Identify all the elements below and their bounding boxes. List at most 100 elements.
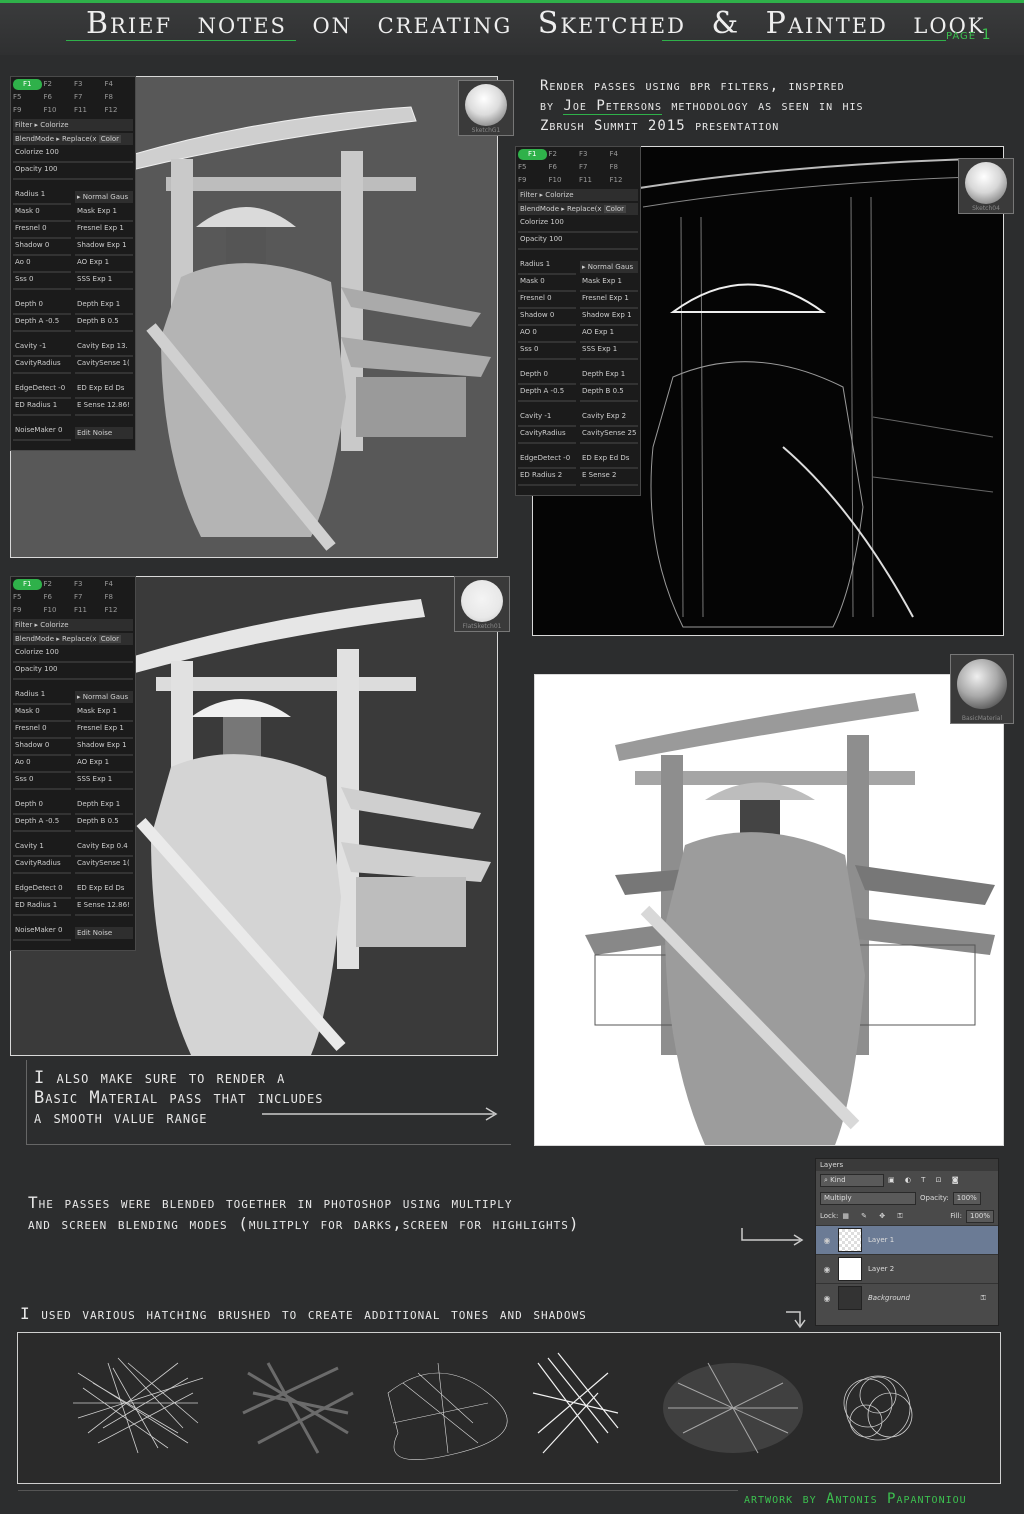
fkey-button[interactable]: F12 bbox=[105, 105, 134, 116]
pass-slider[interactable]: SSS Exp 1 bbox=[75, 774, 133, 790]
cavity-slider[interactable]: Cavity Exp 0.4 bbox=[75, 841, 133, 857]
depth-slider[interactable]: Depth A -0.5 bbox=[518, 386, 576, 402]
colorize-slider[interactable]: Colorize 100 bbox=[518, 217, 638, 233]
pass-slider[interactable]: Mask Exp 1 bbox=[75, 206, 133, 222]
depth-slider[interactable]: Depth 0 bbox=[518, 369, 576, 385]
layer-row-background[interactable]: ◉ Background ⚿ bbox=[816, 1283, 998, 1312]
pass-slider[interactable]: Shadow Exp 1 bbox=[75, 740, 133, 756]
fkey-button[interactable]: F10 bbox=[44, 105, 73, 116]
pass-slider[interactable]: Mask 0 bbox=[13, 706, 71, 722]
fkey-button[interactable]: F7 bbox=[74, 92, 103, 103]
layer-row-layer-1[interactable]: ◉ Layer 1 bbox=[816, 1225, 998, 1254]
normal-gaussian-select[interactable]: ▸ Normal Gaus bbox=[75, 191, 133, 203]
depth-slider[interactable]: Depth B 0.5 bbox=[75, 316, 133, 332]
pass-slider[interactable]: Fresnel Exp 1 bbox=[580, 293, 638, 309]
edge-slider[interactable]: E Sense 2 bbox=[580, 470, 638, 486]
fkey-button[interactable]: F4 bbox=[105, 79, 134, 90]
fkey-button[interactable]: F4 bbox=[105, 579, 134, 590]
cavity-slider[interactable]: Cavity -1 bbox=[518, 411, 576, 427]
cavity-slider[interactable]: CavityRadius bbox=[518, 428, 576, 444]
noisemaker-slider[interactable]: NoiseMaker 0 bbox=[13, 425, 71, 441]
fkey-button[interactable]: F4 bbox=[610, 149, 639, 160]
fkey-button[interactable]: F9 bbox=[13, 605, 42, 616]
kind-filter-select[interactable]: ⌕ Kind bbox=[820, 1173, 884, 1187]
cavity-slider[interactable]: Cavity 1 bbox=[13, 841, 71, 857]
pass-slider[interactable]: AO 0 bbox=[518, 327, 576, 343]
cavity-slider[interactable]: CavityRadius bbox=[13, 358, 71, 374]
radius-slider[interactable]: Radius 1 bbox=[518, 259, 576, 275]
depth-slider[interactable]: Depth A -0.5 bbox=[13, 316, 71, 332]
pass-slider[interactable]: Shadow Exp 1 bbox=[75, 240, 133, 256]
opacity-slider[interactable]: Opacity 100 bbox=[13, 164, 133, 180]
layers-tab[interactable]: Layers bbox=[816, 1159, 998, 1171]
blendmode-select[interactable]: BlendMode ▸ Replace(x Color bbox=[13, 133, 133, 145]
pass-slider[interactable]: Mask Exp 1 bbox=[580, 276, 638, 292]
depth-slider[interactable]: Depth 0 bbox=[13, 299, 71, 315]
depth-slider[interactable]: Depth Exp 1 bbox=[580, 369, 638, 385]
filter-select[interactable]: Filter ▸ Colorize bbox=[13, 619, 133, 631]
filter-select[interactable]: Filter ▸ Colorize bbox=[13, 119, 133, 131]
fkey-button[interactable]: F10 bbox=[44, 605, 73, 616]
colorize-slider[interactable]: Colorize 100 bbox=[13, 147, 133, 163]
eye-icon[interactable]: ◉ bbox=[822, 1236, 832, 1245]
edge-slider[interactable]: E Sense 12.86! bbox=[75, 900, 133, 916]
pass-slider[interactable]: Shadow 0 bbox=[518, 310, 576, 326]
pass-slider[interactable]: Fresnel 0 bbox=[13, 723, 71, 739]
edge-slider[interactable]: ED Radius 1 bbox=[13, 900, 71, 916]
fkey-button[interactable]: F1 bbox=[518, 149, 547, 160]
pass-slider[interactable]: Ao 0 bbox=[13, 257, 71, 273]
matcap-swatch-basicmaterial[interactable]: BasicMaterial bbox=[950, 654, 1014, 724]
edge-slider[interactable]: EdgeDetect 0 bbox=[13, 883, 71, 899]
fkey-button[interactable]: F9 bbox=[13, 105, 42, 116]
pass-slider[interactable]: AO Exp 1 bbox=[75, 257, 133, 273]
fill-field[interactable]: 100% bbox=[965, 1209, 994, 1223]
normal-gaussian-select[interactable]: ▸ Normal Gaus bbox=[580, 261, 638, 273]
opacity-field[interactable]: 100% bbox=[952, 1191, 981, 1205]
pass-slider[interactable]: Mask 0 bbox=[13, 206, 71, 222]
depth-slider[interactable]: Depth Exp 1 bbox=[75, 799, 133, 815]
filter-select[interactable]: Filter ▸ Colorize bbox=[518, 189, 638, 201]
filter-icons[interactable]: ▣ ◐ T ⊡ ◙ bbox=[888, 1171, 963, 1189]
pass-slider[interactable]: SSS Exp 1 bbox=[75, 274, 133, 290]
colorize-slider[interactable]: Colorize 100 bbox=[13, 647, 133, 663]
pass-slider[interactable]: Shadow 0 bbox=[13, 240, 71, 256]
fkey-button[interactable]: F10 bbox=[549, 175, 578, 186]
depth-slider[interactable]: Depth B 0.5 bbox=[580, 386, 638, 402]
pass-slider[interactable]: Shadow Exp 1 bbox=[580, 310, 638, 326]
normal-gaussian-select[interactable]: ▸ Normal Gaus bbox=[75, 691, 133, 703]
fkey-button[interactable]: F6 bbox=[549, 162, 578, 173]
edge-slider[interactable]: ED Exp Ed Ds bbox=[75, 883, 133, 899]
pass-slider[interactable]: Fresnel Exp 1 bbox=[75, 723, 133, 739]
pass-slider[interactable]: AO Exp 1 bbox=[580, 327, 638, 343]
cavity-slider[interactable]: Cavity Exp 2 bbox=[580, 411, 638, 427]
edit-noise-button[interactable]: Edit Noise bbox=[75, 927, 133, 939]
fkey-button[interactable]: F8 bbox=[610, 162, 639, 173]
fkey-button[interactable]: F7 bbox=[74, 592, 103, 603]
cavity-slider[interactable]: CavitySense 1( bbox=[75, 358, 133, 374]
pass-slider[interactable]: Fresnel Exp 1 bbox=[75, 223, 133, 239]
fkey-button[interactable]: F8 bbox=[105, 592, 134, 603]
pass-slider[interactable]: Sss 0 bbox=[13, 774, 71, 790]
edge-slider[interactable]: E Sense 12.86! bbox=[75, 400, 133, 416]
lock-icons[interactable]: ▦ ✎ ✥ ⚿ bbox=[842, 1207, 907, 1225]
edge-slider[interactable]: ED Radius 1 bbox=[13, 400, 71, 416]
fkey-button[interactable]: F5 bbox=[13, 92, 42, 103]
fkey-button[interactable]: F3 bbox=[579, 149, 608, 160]
fkey-button[interactable]: F2 bbox=[44, 579, 73, 590]
pass-slider[interactable]: AO Exp 1 bbox=[75, 757, 133, 773]
fkey-button[interactable]: F3 bbox=[74, 579, 103, 590]
fkey-button[interactable]: F1 bbox=[13, 79, 42, 90]
cavity-slider[interactable]: CavitySense 1( bbox=[75, 858, 133, 874]
pass-slider[interactable]: Fresnel 0 bbox=[13, 223, 71, 239]
cavity-slider[interactable]: Cavity Exp 13. bbox=[75, 341, 133, 357]
blend-mode-select[interactable]: Multiply bbox=[820, 1191, 916, 1205]
fkey-button[interactable]: F11 bbox=[74, 605, 103, 616]
fkey-button[interactable]: F6 bbox=[44, 592, 73, 603]
layer-row-layer-2[interactable]: ◉ Layer 2 bbox=[816, 1254, 998, 1283]
pass-slider[interactable]: Mask 0 bbox=[518, 276, 576, 292]
blendmode-select[interactable]: BlendMode ▸ Replace(x Color bbox=[13, 633, 133, 645]
fkey-button[interactable]: F6 bbox=[44, 92, 73, 103]
pass-slider[interactable]: Shadow 0 bbox=[13, 740, 71, 756]
depth-slider[interactable]: Depth B 0.5 bbox=[75, 816, 133, 832]
matcap-swatch-sketch04[interactable]: Sketch04 bbox=[958, 158, 1014, 214]
